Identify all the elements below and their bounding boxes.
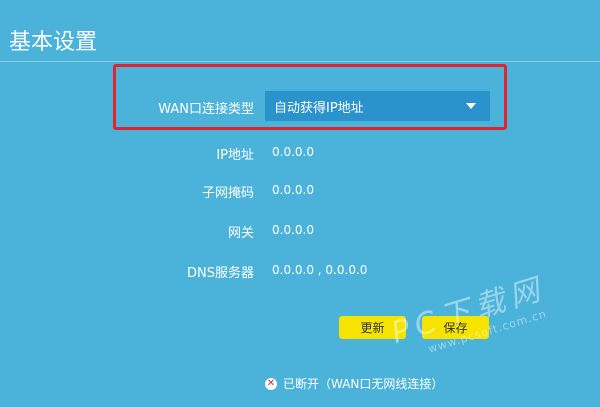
title-divider — [0, 61, 600, 62]
caret-down-icon — [466, 103, 476, 109]
subnet-value: 0.0.0.0 — [272, 183, 314, 197]
ip-label: IP地址 — [216, 148, 254, 163]
status-text: 已断开（WAN口无网线连接） — [283, 377, 444, 391]
gateway-value: 0.0.0.0 — [272, 223, 314, 237]
dns-value: 0.0.0.0 , 0.0.0.0 — [272, 263, 368, 277]
wan-type-select[interactable]: 自动获得IP地址 — [265, 91, 490, 121]
dns-label: DNS服务器 — [187, 266, 254, 281]
connection-status: ✕ 已断开（WAN口无网线连接） — [265, 375, 443, 392]
save-button[interactable]: 保存 — [422, 316, 489, 339]
gateway-label: 网关 — [227, 226, 254, 241]
page-title: 基本设置 — [9, 30, 98, 55]
error-icon: ✕ — [265, 377, 277, 390]
update-button[interactable]: 更新 — [339, 316, 406, 339]
subnet-label: 子网掩码 — [201, 186, 254, 201]
watermark-logo-text: PC下载网 — [387, 271, 550, 352]
wan-type-value: 自动获得IP地址 — [274, 100, 364, 116]
wan-type-label: WAN口连接类型 — [158, 102, 254, 117]
ip-value: 0.0.0.0 — [272, 145, 314, 159]
